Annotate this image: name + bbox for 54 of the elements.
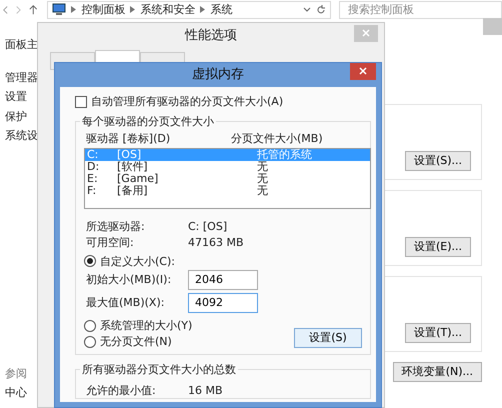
see-also-heading: 参阅 [5, 367, 27, 380]
sidebar-link[interactable]: 中心 [5, 386, 27, 400]
window-title: 性能选项 [185, 28, 237, 44]
total-value: 16 MB [188, 384, 223, 398]
computer-icon [52, 3, 66, 16]
number-field[interactable]: 2046 [188, 270, 258, 290]
close-icon [362, 29, 370, 37]
list-row[interactable]: E: [Game] 无 [85, 173, 370, 186]
window-title: 虚拟内存 [192, 67, 244, 83]
group-title: 所有驱动器分页文件大小的总数 [80, 363, 238, 376]
sidebar-item[interactable]: 保护 [5, 110, 38, 123]
drive-value: C: [OS] [188, 220, 228, 234]
field-label: 允许的最小值: [86, 384, 157, 398]
column-header: 驱动器 [卷标](D) [86, 132, 172, 146]
list-row[interactable]: F: [备用] 无 [85, 185, 370, 198]
radio-button[interactable] [84, 255, 96, 268]
close-button[interactable] [350, 63, 376, 80]
dropdown-chevron-icon[interactable] [303, 6, 311, 12]
radio-button[interactable] [84, 336, 96, 348]
search-field[interactable]: 搜索控制面板 [339, 0, 502, 18]
list-row[interactable]: D: [软件] 无 [85, 161, 370, 174]
sidebar-item[interactable]: 管理器 [5, 71, 38, 84]
sidebar-item[interactable]: 系统设 [5, 128, 38, 142]
column-header: 分页文件大小(MB) [231, 132, 323, 146]
checkbox[interactable] [75, 96, 87, 108]
close-icon [359, 67, 367, 75]
settings-button[interactable]: 设置(E)... [404, 237, 471, 257]
field-label: 初始大小(MB)(I): [86, 273, 172, 287]
up-arrow-icon[interactable] [28, 4, 38, 16]
checkbox-label[interactable]: 自动管理所有驱动器的分页文件大小(A) [91, 95, 284, 108]
chevron-right-icon [71, 6, 76, 13]
radio-label[interactable]: 自定义大小(C): [100, 254, 175, 268]
chevron-right-icon [200, 6, 206, 13]
radio-button[interactable] [84, 320, 96, 332]
number-field[interactable]: 4092 [188, 292, 258, 313]
radio-label[interactable]: 系统管理的大小(Y) [100, 318, 192, 332]
sidebar-item[interactable]: 设置 [5, 90, 38, 104]
refresh-icon[interactable] [316, 4, 326, 14]
field-label: 所选驱动器: [86, 220, 146, 234]
breadcrumb-link[interactable]: 系统 [210, 2, 232, 16]
sidebar-item[interactable]: 面板主 [5, 38, 38, 52]
field-label: 可用空间: [86, 236, 135, 249]
drive-list[interactable]: C: [OS] 托管的系统 D: [软件] 无 E: [Game] 无 F: [备用] 无 [84, 148, 371, 210]
free-space-value: 47163 MB [188, 236, 244, 249]
field-label: 最大值(MB)(X): [86, 296, 166, 310]
environment-variables-button[interactable]: 环境变量(N)... [392, 362, 482, 382]
radio-label[interactable]: 无分页文件(N) [100, 335, 172, 348]
settings-button[interactable]: 设置(S)... [404, 151, 471, 171]
breadcrumb-link[interactable]: 系统和安全 [140, 2, 196, 16]
group-title: 每个驱动器的分页文件大小 [80, 115, 216, 128]
breadcrumb-link[interactable]: 控制面板 [81, 2, 126, 16]
set-button[interactable]: 设置(S) [294, 328, 362, 348]
settings-button[interactable]: 设置(T)... [405, 323, 471, 343]
chevron-right-icon [130, 6, 136, 13]
